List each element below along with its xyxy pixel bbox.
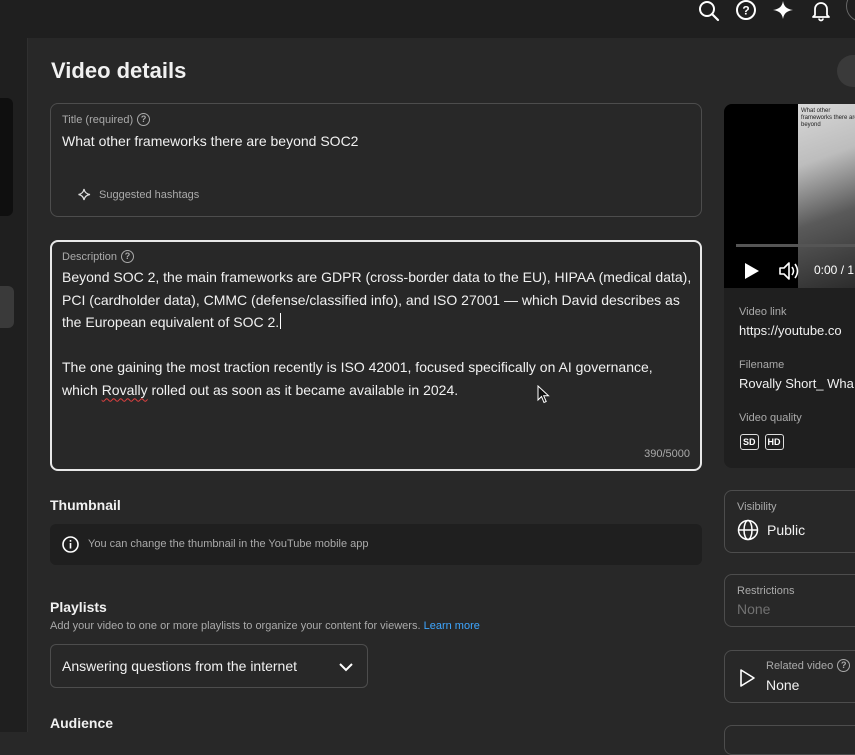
- sd-badge: SD: [740, 434, 759, 450]
- bell-icon[interactable]: [809, 0, 833, 22]
- video-thumbnail: What other frameworks there are beyond: [798, 104, 855, 288]
- play-outline-icon: [740, 669, 755, 687]
- restrictions-value: None: [737, 601, 771, 617]
- visibility-label: Visibility: [737, 501, 777, 513]
- filename-value: Rovally Short_ Wha: [739, 376, 854, 391]
- help-icon[interactable]: ?: [137, 113, 151, 126]
- help-icon[interactable]: ?: [734, 0, 758, 22]
- description-input[interactable]: Beyond SOC 2, the main frameworks are GD…: [62, 266, 692, 401]
- filename-label: Filename: [739, 359, 785, 371]
- help-icon[interactable]: ?: [837, 659, 851, 672]
- visibility-value: Public: [767, 522, 806, 538]
- thumbnail-caption: What other frameworks there are beyond: [801, 108, 855, 128]
- suggested-hashtags-label: Suggested hashtags: [99, 189, 200, 201]
- description-paragraph-1: Beyond SOC 2, the main frameworks are GD…: [62, 269, 692, 330]
- description-label: Description: [62, 250, 118, 263]
- visibility-select[interactable]: Visibility Public: [724, 490, 855, 553]
- related-video-value: None: [766, 677, 800, 693]
- playlist-selected-value: Answering questions from the internet: [62, 658, 298, 674]
- misspelled-word: Rovally: [101, 381, 148, 398]
- undo-button[interactable]: [837, 55, 855, 87]
- globe-icon: [737, 519, 759, 541]
- hd-badge: HD: [764, 434, 784, 450]
- page-title: Video details: [51, 58, 187, 83]
- top-bar: [0, 0, 855, 38]
- playlists-subtitle: Add your video to one or more playlists …: [50, 620, 480, 632]
- svg-text:?: ?: [742, 4, 749, 18]
- related-video-label: Related video: [766, 659, 834, 672]
- character-counter: 390/5000: [644, 448, 690, 460]
- video-progress-bar[interactable]: [736, 244, 855, 247]
- thumbnail-info-bar: You can change the thumbnail in the YouT…: [50, 524, 702, 565]
- chevron-down-icon: [339, 663, 353, 672]
- mouse-cursor-icon: [537, 385, 550, 404]
- thumbnail-title: Thumbnail: [50, 497, 121, 513]
- search-icon[interactable]: [697, 0, 721, 22]
- title-input[interactable]: What other frameworks there are beyond S…: [62, 133, 358, 149]
- description-paragraph-2-end: rolled out as soon as it became availabl…: [147, 381, 459, 398]
- restrictions-label: Restrictions: [737, 585, 795, 597]
- rail-thumbnail[interactable]: [0, 98, 13, 216]
- restrictions-field[interactable]: Restrictions None: [724, 574, 855, 627]
- related-video-field[interactable]: Related video ? None: [724, 650, 855, 703]
- title-field[interactable]: Title (required) ? What other frameworks…: [50, 103, 702, 217]
- rail-active-item[interactable]: [0, 286, 14, 328]
- volume-icon[interactable]: [778, 260, 802, 282]
- video-time: 0:00 / 1: [814, 263, 855, 277]
- video-player[interactable]: What other frameworks there are beyond 0…: [724, 104, 855, 288]
- video-quality-label: Video quality: [739, 412, 802, 424]
- video-preview-card: What other frameworks there are beyond 0…: [724, 104, 855, 468]
- description-field[interactable]: Description ? Beyond SOC 2, the main fra…: [50, 240, 702, 471]
- next-field[interactable]: [724, 725, 855, 755]
- learn-more-link[interactable]: Learn more: [424, 620, 480, 632]
- suggested-hashtags-button[interactable]: Suggested hashtags: [78, 188, 199, 202]
- video-link-label: Video link: [739, 306, 787, 318]
- quality-badges: SD HD: [740, 434, 784, 450]
- playlist-select[interactable]: Answering questions from the internet: [50, 644, 368, 688]
- thumbnail-info-text: You can change the thumbnail in the YouT…: [88, 538, 369, 550]
- help-icon[interactable]: ?: [121, 250, 135, 263]
- title-label: Title (required): [62, 113, 134, 126]
- audience-title: Audience: [50, 715, 114, 731]
- info-icon: [62, 536, 79, 553]
- text-caret: [280, 313, 282, 329]
- sparkle-icon[interactable]: [771, 0, 795, 22]
- sparkle-icon: [78, 188, 91, 201]
- play-icon[interactable]: [743, 262, 761, 280]
- video-link[interactable]: https://youtube.co: [739, 323, 842, 338]
- playlists-title: Playlists: [50, 599, 107, 615]
